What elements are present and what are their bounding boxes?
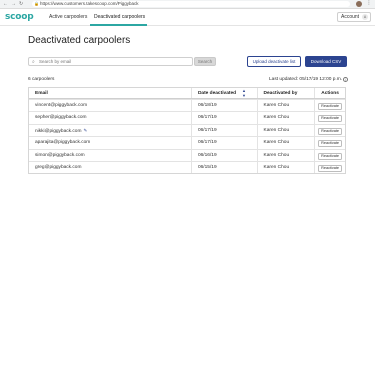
edit-icon[interactable]: ✎ xyxy=(83,125,87,137)
actions-cell: Reactivate xyxy=(314,137,345,149)
date-cell: 06/17/19 xyxy=(190,137,257,149)
browser-menu-icon[interactable]: ⋮ xyxy=(366,0,372,7)
date-cell: 06/17/19 xyxy=(190,124,257,137)
table-row: simon@piggyback.com 06/16/19 Karen Chou … xyxy=(29,148,345,161)
deactivated-carpoolers-table: Email Date deactivated ▲ ▼ Deactivated by… xyxy=(28,87,346,175)
email-cell: vincent@piggyback.com xyxy=(35,103,88,108)
table-row: nikki@piggyback.com ✎ 06/17/19 Karen Chou… xyxy=(29,123,345,137)
url-text: https://www.customers.takescoop.com/Pigg… xyxy=(40,1,139,6)
actions-cell: Reactivate xyxy=(314,100,345,112)
date-cell: 06/15/19 xyxy=(190,161,257,174)
scoop-logo[interactable]: scoop xyxy=(5,12,34,22)
carpooler-count: 6 carpoolers xyxy=(28,77,55,82)
email-cell: simon@piggyback.com xyxy=(35,152,85,158)
download-csv-button[interactable]: Download CSV xyxy=(305,56,347,67)
info-icon[interactable]: i xyxy=(343,77,348,82)
deactivated-by-cell: Karen Chou xyxy=(256,124,315,137)
upload-deactivate-list-button[interactable]: Upload deactivate list xyxy=(247,56,301,67)
date-cell: 06/16/19 xyxy=(190,149,257,161)
search-button[interactable]: Search xyxy=(194,57,216,66)
tab-deactivated-carpoolers[interactable]: Deactivated carpoolers xyxy=(94,14,145,20)
table-row: vincent@piggyback.com 06/18/19 Karen Cho… xyxy=(29,99,345,112)
reactivate-button[interactable]: Reactivate xyxy=(318,103,343,110)
email-text: nikki@piggyback.com xyxy=(35,128,82,134)
search-placeholder: Search by email xyxy=(39,59,72,64)
table-row: sepher@piggyback.com 06/17/19 Karen Chou… xyxy=(29,111,345,124)
tab-active-carpoolers[interactable]: Active carpoolers xyxy=(49,14,87,20)
browser-toolbar: ← → ↻ 🔒 https://www.customers.takescoop.… xyxy=(0,0,375,9)
reactivate-button[interactable]: Reactivate xyxy=(318,140,343,148)
table-row: greg@piggyback.com 06/15/19 Karen Chou R… xyxy=(29,160,345,174)
table-header-row: Email Date deactivated ▲ ▼ Deactivated by… xyxy=(29,88,345,99)
reactivate-button[interactable]: Reactivate xyxy=(318,127,343,135)
search-icon: ⌕ xyxy=(32,59,35,65)
deactivated-by-cell: Karen Chou xyxy=(256,112,315,124)
reactivate-button[interactable]: Reactivate xyxy=(318,152,343,160)
column-header-date-label: Date deactivated xyxy=(197,91,237,96)
active-tab-indicator xyxy=(90,24,147,26)
email-cell: nikki@piggyback.com ✎ xyxy=(29,125,191,136)
app-header: scoop Active carpoolers Deactivated carp… xyxy=(0,9,375,26)
account-avatar: A xyxy=(362,14,368,20)
column-header-email: Email xyxy=(35,91,48,96)
reload-icon[interactable]: ↻ xyxy=(19,1,23,7)
reactivate-button[interactable]: Reactivate xyxy=(318,164,343,172)
email-cell: greg@piggyback.com xyxy=(35,164,82,170)
table-row: aparajita@piggyback.com 06/17/19 Karen C… xyxy=(29,136,345,149)
column-header-actions: Actions xyxy=(314,88,345,98)
email-cell: aparajita@piggyback.com xyxy=(35,140,91,146)
forward-icon[interactable]: → xyxy=(11,1,16,7)
reactivate-button[interactable]: Reactivate xyxy=(318,115,343,123)
profile-avatar[interactable] xyxy=(356,1,362,7)
actions-cell: Reactivate xyxy=(314,124,345,137)
deactivated-by-cell: Karen Chou xyxy=(256,137,315,149)
email-cell: sepher@piggyback.com xyxy=(35,115,87,121)
sort-icon[interactable]: ▲ ▼ xyxy=(242,88,246,98)
last-updated: Last updated: 05/17/19 12:00 p.m. xyxy=(269,77,343,82)
account-label: Account xyxy=(341,14,360,20)
actions-cell: Reactivate xyxy=(314,149,345,161)
date-cell: 06/18/19 xyxy=(190,100,257,112)
column-header-deactivated-by: Deactivated by xyxy=(256,88,315,98)
actions-cell: Reactivate xyxy=(314,112,345,124)
account-button[interactable]: Account A xyxy=(337,12,371,22)
back-icon[interactable]: ← xyxy=(3,1,8,7)
actions-cell: Reactivate xyxy=(314,161,345,174)
deactivated-by-cell: Karen Chou xyxy=(256,161,315,174)
deactivated-by-cell: Karen Chou xyxy=(256,100,315,112)
deactivated-by-cell: Karen Chou xyxy=(256,149,315,161)
page-title: Deactivated carpoolers xyxy=(28,35,131,46)
address-bar[interactable]: 🔒 https://www.customers.takescoop.com/Pi… xyxy=(32,1,350,7)
column-header-date[interactable]: Date deactivated ▲ ▼ xyxy=(190,88,257,98)
lock-icon: 🔒 xyxy=(34,1,39,6)
search-input[interactable]: ⌕ Search by email xyxy=(28,57,193,66)
date-cell: 06/17/19 xyxy=(190,112,257,124)
